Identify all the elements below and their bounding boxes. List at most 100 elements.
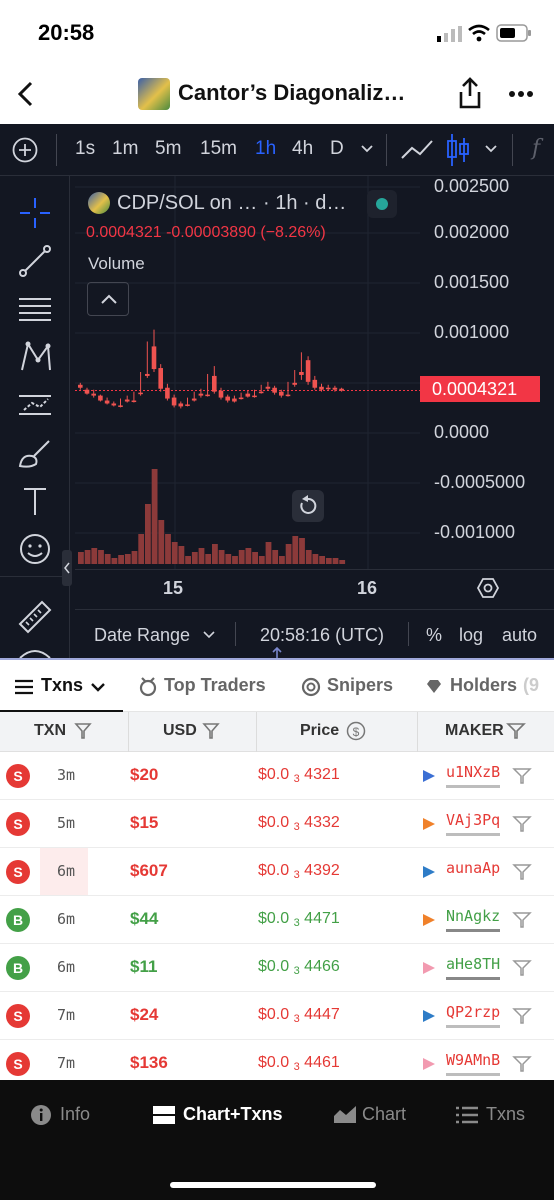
text-icon[interactable]	[16, 482, 54, 520]
nav-chart[interactable]: Chart	[362, 1104, 406, 1125]
ruler-icon[interactable]	[16, 596, 54, 634]
chevron-down-icon[interactable]	[203, 630, 215, 640]
filter-icon[interactable]	[74, 722, 92, 740]
tab-txns[interactable]: Txns	[41, 675, 83, 696]
filter-icon[interactable]	[506, 722, 526, 740]
forecast-icon[interactable]	[16, 386, 54, 424]
maker-address[interactable]: aHe8TH	[446, 955, 500, 973]
back-chevron-icon[interactable]	[16, 80, 36, 108]
chart-widget[interactable]: 1s 1m 5m 15m 1h 4h D f CDP/SOL on … · 1h…	[0, 124, 554, 658]
share-icon[interactable]	[457, 76, 483, 110]
maker-avatar-icon	[423, 818, 435, 830]
price-prefix: $0.0	[258, 862, 290, 879]
table-row[interactable]: B 6m $11 $0.0 3 4466 aHe8TH	[0, 944, 554, 992]
nav-info[interactable]: Info	[60, 1104, 90, 1125]
trendline-icon[interactable]	[16, 242, 54, 280]
time-tick: 16	[357, 578, 378, 598]
emoji-icon[interactable]	[16, 530, 54, 568]
maker-address[interactable]: NnAgkz	[446, 907, 500, 925]
txn-age: 6m	[57, 862, 76, 880]
txn-age: 5m	[57, 814, 76, 832]
filter-icon[interactable]	[512, 958, 532, 978]
tab-top-traders[interactable]: Top Traders	[164, 675, 266, 696]
price-prefix: $0.0	[258, 814, 290, 831]
maker-address[interactable]: QP2rzp	[446, 1003, 500, 1021]
price-axis[interactable]: 0.002500 0.002000 0.001500 0.001000 0.00…	[420, 176, 554, 569]
candle-body	[145, 373, 150, 376]
filter-icon[interactable]	[512, 814, 532, 834]
table-row[interactable]: S 7m $24 $0.0 3 4447 QP2rzp	[0, 992, 554, 1040]
legend-values: 0.0004321 -0.00003890 (−8.26%)	[86, 224, 326, 241]
price-zero-count: 3	[293, 965, 300, 977]
date-range-button[interactable]: Date Range	[94, 625, 190, 646]
price-prefix: $0.0	[258, 910, 290, 927]
maker-activity-bar	[446, 1073, 500, 1076]
volume-bar	[171, 542, 178, 564]
log-toggle[interactable]: log	[459, 625, 483, 646]
plus-circle-icon[interactable]	[12, 137, 38, 163]
collapse-legend-button[interactable]	[87, 282, 129, 316]
candle-body	[84, 389, 90, 394]
settings-icon[interactable]	[476, 576, 500, 600]
maker-activity-bar	[446, 977, 500, 980]
tf-1m[interactable]: 1m	[112, 138, 138, 160]
crosshair-icon[interactable]	[16, 194, 54, 232]
volume-bar	[305, 550, 312, 564]
filter-icon[interactable]	[202, 722, 220, 740]
filter-icon[interactable]	[512, 1006, 532, 1026]
brush-icon[interactable]	[16, 434, 54, 472]
tf-15m[interactable]: 15m	[200, 138, 237, 160]
indicators-icon[interactable]: f	[532, 136, 540, 161]
maker-address[interactable]: W9AMnB	[446, 1051, 500, 1069]
chevron-down-icon[interactable]	[484, 144, 498, 154]
chevron-down-icon[interactable]	[360, 144, 374, 154]
tf-4h[interactable]: 4h	[292, 138, 313, 160]
more-icon[interactable]	[508, 90, 534, 98]
filter-icon[interactable]	[512, 1054, 532, 1074]
candlestick-icon[interactable]	[446, 132, 470, 168]
maker-address[interactable]: VAj3Pq	[446, 811, 500, 829]
percent-toggle[interactable]: %	[426, 625, 442, 646]
price-tick: 0.001500	[434, 272, 510, 292]
legend-volume: Volume	[88, 254, 145, 273]
table-row[interactable]: S 3m $20 $0.0 3 4321 u1NXzB	[0, 752, 554, 800]
tf-1h[interactable]: 1h	[255, 138, 276, 160]
tf-d[interactable]: D	[330, 138, 344, 160]
bottom-nav: Info Chart+Txns Chart Txns	[0, 1080, 554, 1200]
tf-1s[interactable]: 1s	[75, 138, 95, 160]
reset-chart-button[interactable]	[292, 490, 324, 522]
volume-bar	[339, 560, 346, 564]
chevron-down-icon[interactable]	[90, 682, 106, 692]
maker-address[interactable]: u1NXzB	[446, 763, 500, 781]
filter-icon[interactable]	[512, 766, 532, 786]
nav-txns[interactable]: Txns	[486, 1104, 525, 1125]
list-icon	[456, 1106, 478, 1124]
magnet-icon[interactable]	[18, 644, 52, 658]
price-digits: 4332	[304, 814, 340, 831]
fib-icon[interactable]	[16, 290, 54, 328]
collapse-toolbar-tab[interactable]	[62, 550, 72, 586]
table-row[interactable]: B 6m $44 $0.0 3 4471 NnAgkz	[0, 896, 554, 944]
filter-icon[interactable]	[512, 910, 532, 930]
auto-toggle[interactable]: auto	[502, 625, 537, 646]
line-chart-icon[interactable]	[400, 138, 434, 162]
pattern-icon[interactable]	[16, 338, 54, 376]
tab-holders[interactable]: Holders	[450, 675, 517, 696]
drawing-toolbar	[0, 176, 72, 658]
table-row[interactable]: S 5m $15 $0.0 3 4332 VAj3Pq	[0, 800, 554, 848]
time-axis[interactable]: 15 16	[75, 569, 554, 609]
nav-chart-txns[interactable]: Chart+Txns	[183, 1104, 283, 1125]
utc-clock[interactable]: 20:58:16 (UTC)	[260, 625, 384, 646]
maker-address[interactable]: aunaAp	[446, 859, 500, 877]
txn-price: $0.0 3 4392	[258, 862, 340, 881]
filter-icon[interactable]	[512, 862, 532, 882]
txn-age: 7m	[57, 1006, 76, 1024]
col-usd: USD	[163, 722, 197, 739]
price-tick: -0.0005000	[434, 472, 526, 492]
table-row[interactable]: S 6m $607 $0.0 3 4392 aunaAp	[0, 848, 554, 896]
tab-snipers[interactable]: Snipers	[327, 675, 393, 696]
dollar-circle-icon[interactable]: $	[346, 721, 366, 741]
market-status[interactable]	[367, 190, 397, 218]
tf-5m[interactable]: 5m	[155, 138, 181, 160]
maker-activity-bar	[446, 833, 500, 836]
